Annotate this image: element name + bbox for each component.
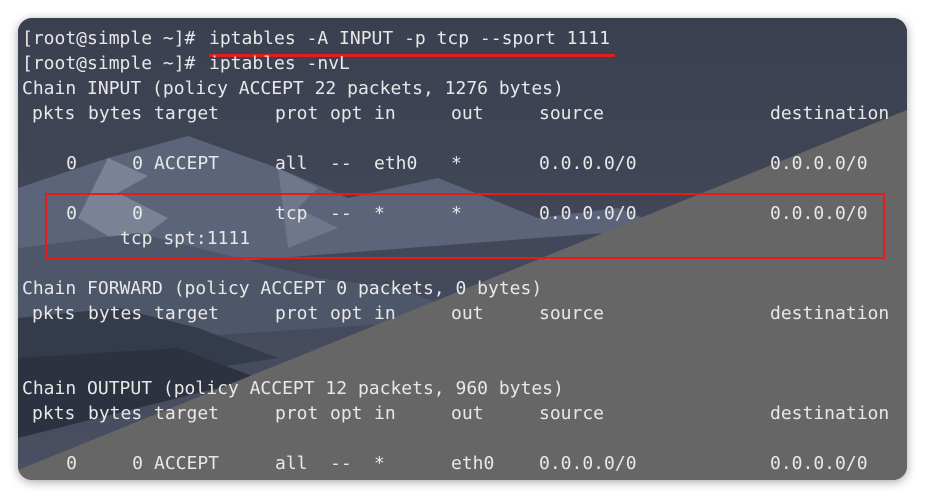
column-header-row: pkts bytes target prot opt in out source…	[22, 401, 889, 426]
highlight-box	[45, 193, 885, 259]
rule-prot: all	[275, 153, 308, 174]
col-out: out	[451, 303, 484, 324]
col-pkts: pkts	[32, 403, 76, 424]
chain-title-input: Chain INPUT (policy ACCEPT 22 packets, 1…	[22, 76, 564, 101]
rule-target: ACCEPT	[154, 453, 220, 474]
col-bytes: bytes	[88, 403, 143, 424]
rule-row: 0 0 ACCEPT all -- * eth0 0.0.0.0/0 0.0.0…	[22, 451, 867, 476]
chain-title: Chain FORWARD (policy ACCEPT 0 packets, …	[22, 278, 543, 299]
rule-destination: 0.0.0.0/0	[770, 453, 868, 474]
rule-bytes: 0	[132, 153, 143, 174]
col-out: out	[451, 103, 484, 124]
rule-in: *	[374, 453, 385, 474]
rule-bytes: 0	[132, 453, 143, 474]
terminal-output: [root@simple ~]# iptables -A INPUT -p tc…	[18, 18, 907, 480]
col-in: in	[374, 403, 396, 424]
col-destination: destination	[770, 103, 890, 124]
col-opt: opt	[330, 103, 363, 124]
col-prot: prot	[275, 303, 319, 324]
column-header-row: pkts bytes target prot opt in out source…	[22, 101, 889, 126]
command-line-1: [root@simple ~]# iptables -A INPUT -p tc…	[22, 26, 610, 51]
col-in: in	[374, 303, 396, 324]
rule-opt: --	[330, 153, 352, 174]
chain-title-output: Chain OUTPUT (policy ACCEPT 12 packets, …	[22, 376, 564, 401]
rule-pkts: 0	[66, 453, 77, 474]
rule-opt: --	[330, 453, 352, 474]
shell-prompt: [root@simple ~]#	[22, 53, 196, 74]
col-prot: prot	[275, 103, 319, 124]
col-destination: destination	[770, 303, 890, 324]
col-pkts: pkts	[32, 103, 76, 124]
terminal-window[interactable]: [root@simple ~]# iptables -A INPUT -p tc…	[18, 18, 907, 480]
command-line-2: [root@simple ~]# iptables -nvL	[22, 51, 350, 76]
col-pkts: pkts	[32, 303, 76, 324]
col-target: target	[154, 403, 220, 424]
col-bytes: bytes	[88, 103, 143, 124]
col-opt: opt	[330, 303, 363, 324]
rule-prot: all	[275, 453, 308, 474]
col-in: in	[374, 103, 396, 124]
col-opt: opt	[330, 403, 363, 424]
col-out: out	[451, 403, 484, 424]
command-text: iptables -nvL	[209, 53, 350, 74]
rule-out: *	[451, 153, 462, 174]
col-source: source	[539, 103, 605, 124]
rule-source: 0.0.0.0/0	[539, 453, 637, 474]
col-source: source	[539, 303, 605, 324]
chain-title-forward: Chain FORWARD (policy ACCEPT 0 packets, …	[22, 276, 542, 301]
shell-prompt: [root@simple ~]#	[22, 28, 196, 49]
rule-target: ACCEPT	[154, 153, 220, 174]
col-bytes: bytes	[88, 303, 143, 324]
column-header-row: pkts bytes target prot opt in out source…	[22, 301, 889, 326]
col-target: target	[154, 303, 220, 324]
rule-source: 0.0.0.0/0	[539, 153, 637, 174]
col-prot: prot	[275, 403, 319, 424]
rule-destination: 0.0.0.0/0	[770, 153, 868, 174]
chain-title: Chain INPUT (policy ACCEPT 22 packets, 1…	[22, 78, 564, 99]
rule-pkts: 0	[66, 153, 77, 174]
rule-row: 0 0 ACCEPT all -- eth0 * 0.0.0.0/0 0.0.0…	[22, 151, 867, 176]
rule-in: eth0	[374, 153, 418, 174]
rule-out: eth0	[451, 453, 495, 474]
col-destination: destination	[770, 403, 890, 424]
chain-title: Chain OUTPUT (policy ACCEPT 12 packets, …	[22, 378, 564, 399]
col-source: source	[539, 403, 605, 424]
col-target: target	[154, 103, 220, 124]
command-text: iptables -A INPUT -p tcp --sport 1111	[209, 28, 610, 49]
